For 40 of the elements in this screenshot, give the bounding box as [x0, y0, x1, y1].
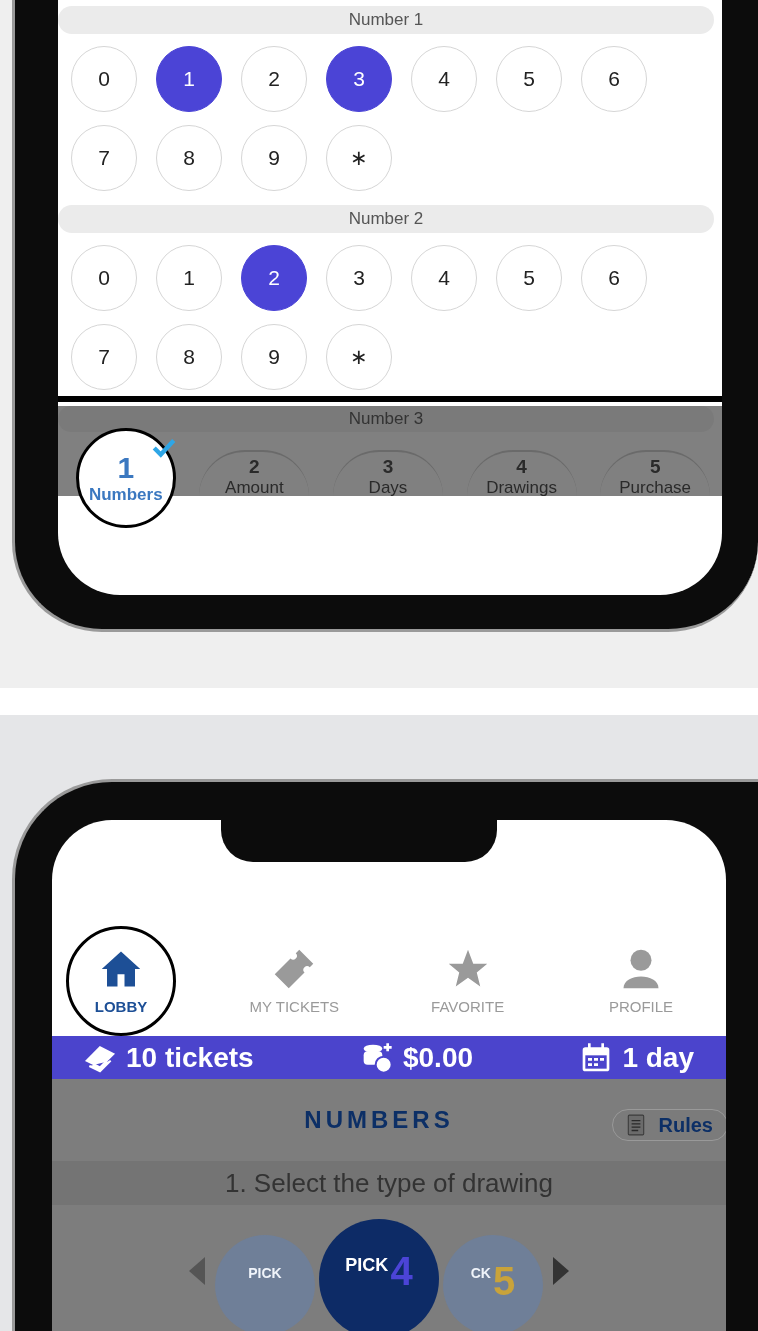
number-ball[interactable]: 6	[581, 46, 647, 112]
number-ball[interactable]: 6	[581, 245, 647, 311]
number-ball[interactable]: 7	[71, 125, 137, 191]
step-tab[interactable]: 3 Days	[333, 450, 443, 496]
step-tab[interactable]: 1 Numbers	[75, 428, 176, 528]
step-tab[interactable]: 5 Purchase	[600, 450, 711, 496]
check-icon	[150, 437, 177, 459]
number-ball[interactable]: ∗	[326, 125, 392, 191]
ticket-icon	[273, 947, 316, 990]
number-ball[interactable]: 5	[496, 245, 562, 311]
number-ball[interactable]: 4	[411, 245, 477, 311]
right-arrow-icon[interactable]	[553, 1257, 569, 1285]
number-ball[interactable]: 4	[411, 46, 477, 112]
summary-text: 1 day	[622, 1041, 694, 1074]
number-ball[interactable]: 8	[156, 324, 222, 390]
picker-header: Number 2	[58, 205, 714, 233]
number-ball[interactable]: 2	[241, 245, 307, 311]
section-title: NUMBERS	[304, 1106, 454, 1134]
step-tab[interactable]: 4 Drawings	[466, 450, 577, 496]
game-logo[interactable]: PICK	[215, 1235, 315, 1331]
number-ball[interactable]: 5	[496, 46, 562, 112]
number-ball[interactable]: 2	[241, 46, 307, 112]
picker-header: Number 1	[58, 6, 714, 34]
number-ball[interactable]: 0	[71, 46, 137, 112]
instruction-text: 1. Select the type of drawing	[224, 1167, 554, 1199]
summary-text: $0.00	[402, 1041, 474, 1074]
document-icon	[626, 1114, 645, 1136]
number-ball[interactable]: 9	[241, 125, 307, 191]
number-ball[interactable]: 8	[156, 125, 222, 191]
number-ball[interactable]: ∗	[326, 324, 392, 390]
number-ball[interactable]: 1	[156, 245, 222, 311]
number-ball[interactable]: 1	[156, 46, 222, 112]
number-ball[interactable]: 7	[71, 324, 137, 390]
picker-label: Number 3	[348, 409, 424, 429]
number-ball[interactable]: 3	[326, 245, 392, 311]
number-ball[interactable]: 9	[241, 324, 307, 390]
number-ball[interactable]: 0	[71, 245, 137, 311]
summary-text: 10 tickets	[126, 1041, 254, 1074]
number-ball[interactable]: 3	[326, 46, 392, 112]
step-tab[interactable]: 2 Amount	[199, 450, 310, 496]
